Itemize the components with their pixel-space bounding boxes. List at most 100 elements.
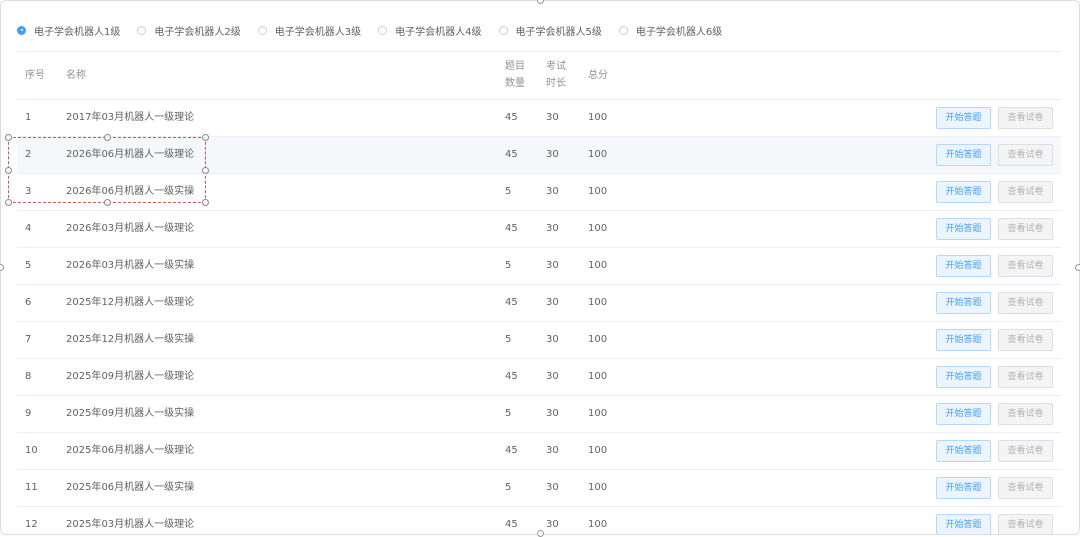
row-total-score: 100 bbox=[588, 149, 608, 160]
resize-handle[interactable] bbox=[5, 199, 12, 206]
start-exam-button[interactable]: 开始答题 bbox=[936, 477, 991, 499]
row-question-count: 45 bbox=[505, 223, 518, 234]
row-index: 1 bbox=[25, 112, 32, 123]
row-index: 10 bbox=[25, 445, 38, 456]
row-question-count: 45 bbox=[505, 519, 518, 530]
level-radio-6[interactable]: 电子学会机器人6级 bbox=[618, 21, 723, 39]
start-exam-button[interactable]: 开始答题 bbox=[936, 403, 991, 425]
view-paper-button[interactable]: 查看试卷 bbox=[998, 366, 1053, 388]
row-name: 2025年06月机器人一级实操 bbox=[66, 482, 195, 493]
table-body: 1 2017年03月机器人一级理论 45 30 100 开始答题 查看试卷 2 2026年06月… bbox=[17, 100, 1061, 534]
radio-circle[interactable] bbox=[498, 25, 508, 35]
start-exam-button[interactable]: 开始答题 bbox=[936, 218, 991, 240]
start-exam-button[interactable]: 开始答题 bbox=[936, 329, 991, 351]
row-duration: 30 bbox=[546, 408, 559, 419]
row-duration: 30 bbox=[546, 260, 559, 271]
header-score: 总分 bbox=[588, 70, 608, 81]
radio-circle[interactable] bbox=[257, 25, 267, 35]
start-exam-button[interactable]: 开始答题 bbox=[936, 440, 991, 462]
table-header: 序号 名称 题目 数量 考试 时长 总分 bbox=[17, 51, 1061, 100]
start-exam-button[interactable]: 开始答题 bbox=[936, 107, 991, 129]
view-paper-button[interactable]: 查看试卷 bbox=[998, 514, 1053, 534]
radio-circle[interactable] bbox=[378, 25, 388, 35]
header-questions-line1: 题目 bbox=[505, 61, 525, 72]
row-question-count: 45 bbox=[505, 371, 518, 382]
header-questions-line2: 数量 bbox=[505, 78, 525, 89]
level-radio-3[interactable]: 电子学会机器人3级 bbox=[257, 21, 362, 39]
radio-circle[interactable] bbox=[618, 25, 628, 35]
table-row: 3 2026年06月机器人一级实操 5 30 100 开始答题 查看试卷 bbox=[17, 174, 1061, 211]
header-idx: 序号 bbox=[25, 70, 45, 81]
row-duration: 30 bbox=[546, 371, 559, 382]
row-duration: 30 bbox=[546, 482, 559, 493]
row-name: 2025年03月机器人一级理论 bbox=[66, 519, 195, 530]
table-row: 2 2026年06月机器人一级理论 45 30 100 开始答题 查看试卷 bbox=[17, 137, 1061, 174]
view-paper-button[interactable]: 查看试卷 bbox=[998, 144, 1053, 166]
table-row: 8 2025年09月机器人一级理论 45 30 100 开始答题 查看试卷 bbox=[17, 359, 1061, 396]
start-exam-button[interactable]: 开始答题 bbox=[936, 514, 991, 534]
start-exam-button[interactable]: 开始答题 bbox=[936, 144, 991, 166]
view-paper-button[interactable]: 查看试卷 bbox=[998, 181, 1053, 203]
resize-handle[interactable] bbox=[5, 167, 12, 174]
row-total-score: 100 bbox=[588, 186, 608, 197]
row-name: 2025年12月机器人一级实操 bbox=[66, 334, 195, 345]
row-question-count: 5 bbox=[505, 408, 512, 419]
level-label: 电子学会机器人5级 bbox=[515, 26, 602, 38]
row-name: 2026年06月机器人一级理论 bbox=[66, 149, 195, 160]
table-row: 10 2025年06月机器人一级理论 45 30 100 开始答题 查看试卷 bbox=[17, 433, 1061, 470]
start-exam-button[interactable]: 开始答题 bbox=[936, 181, 991, 203]
row-total-score: 100 bbox=[588, 112, 608, 123]
level-radio-1[interactable]: 电子学会机器人1级 bbox=[17, 21, 120, 39]
radio-circle[interactable] bbox=[137, 25, 147, 35]
view-paper-button[interactable]: 查看试卷 bbox=[998, 255, 1053, 277]
start-exam-button[interactable]: 开始答题 bbox=[936, 292, 991, 314]
view-paper-button[interactable]: 查看试卷 bbox=[998, 329, 1053, 351]
row-question-count: 5 bbox=[505, 482, 512, 493]
header-time-line1: 考试 bbox=[546, 61, 566, 72]
row-total-score: 100 bbox=[588, 408, 608, 419]
view-paper-button[interactable]: 查看试卷 bbox=[998, 107, 1053, 129]
row-duration: 30 bbox=[546, 445, 559, 456]
row-duration: 30 bbox=[546, 297, 559, 308]
level-radio-5[interactable]: 电子学会机器人5级 bbox=[498, 21, 602, 39]
row-index: 8 bbox=[25, 371, 32, 382]
row-index: 11 bbox=[25, 482, 38, 493]
level-label: 电子学会机器人6级 bbox=[635, 26, 723, 38]
table-row: 7 2025年12月机器人一级实操 5 30 100 开始答题 查看试卷 bbox=[17, 322, 1061, 359]
row-duration: 30 bbox=[546, 112, 559, 123]
frame-handle[interactable] bbox=[1075, 264, 1080, 271]
level-radio-4[interactable]: 电子学会机器人4级 bbox=[378, 21, 482, 39]
level-label: 电子学会机器人4级 bbox=[395, 26, 482, 38]
view-paper-button[interactable]: 查看试卷 bbox=[998, 440, 1053, 462]
view-paper-button[interactable]: 查看试卷 bbox=[998, 403, 1053, 425]
start-exam-button[interactable]: 开始答题 bbox=[936, 366, 991, 388]
radio-circle[interactable] bbox=[17, 25, 26, 35]
start-exam-button[interactable]: 开始答题 bbox=[936, 255, 991, 277]
view-paper-button[interactable]: 查看试卷 bbox=[998, 292, 1053, 314]
row-index: 3 bbox=[25, 186, 32, 197]
view-paper-button[interactable]: 查看试卷 bbox=[998, 218, 1053, 240]
row-index: 4 bbox=[25, 223, 32, 234]
row-question-count: 5 bbox=[505, 334, 512, 345]
view-paper-button[interactable]: 查看试卷 bbox=[998, 477, 1053, 499]
header-time-line2: 时长 bbox=[546, 78, 566, 89]
row-question-count: 45 bbox=[505, 149, 518, 160]
resize-handle[interactable] bbox=[5, 134, 12, 141]
exam-table: 序号 名称 题目 数量 考试 时长 总分 1 2017年03月机器人一级理论 45 3… bbox=[17, 51, 1061, 534]
row-duration: 30 bbox=[546, 223, 559, 234]
level-label: 电子学会机器人3级 bbox=[274, 26, 362, 38]
row-total-score: 100 bbox=[588, 260, 608, 271]
frame-handle[interactable] bbox=[537, 530, 544, 537]
row-index: 6 bbox=[25, 297, 32, 308]
row-name: 2025年09月机器人一级实操 bbox=[66, 408, 195, 419]
row-duration: 30 bbox=[546, 149, 559, 160]
level-label: 电子学会机器人2级 bbox=[154, 26, 241, 38]
row-duration: 30 bbox=[546, 519, 559, 530]
row-total-score: 100 bbox=[588, 445, 608, 456]
row-duration: 30 bbox=[546, 334, 559, 345]
row-duration: 30 bbox=[546, 186, 559, 197]
exam-panel: 电子学会机器人1级 电子学会机器人2级 电子学会机器人3级 电子学会机器人4级 电子学会… bbox=[0, 0, 1080, 535]
level-radio-2[interactable]: 电子学会机器人2级 bbox=[137, 21, 241, 39]
table-row: 5 2026年03月机器人一级实操 5 30 100 开始答题 查看试卷 bbox=[17, 248, 1061, 285]
row-total-score: 100 bbox=[588, 519, 608, 530]
